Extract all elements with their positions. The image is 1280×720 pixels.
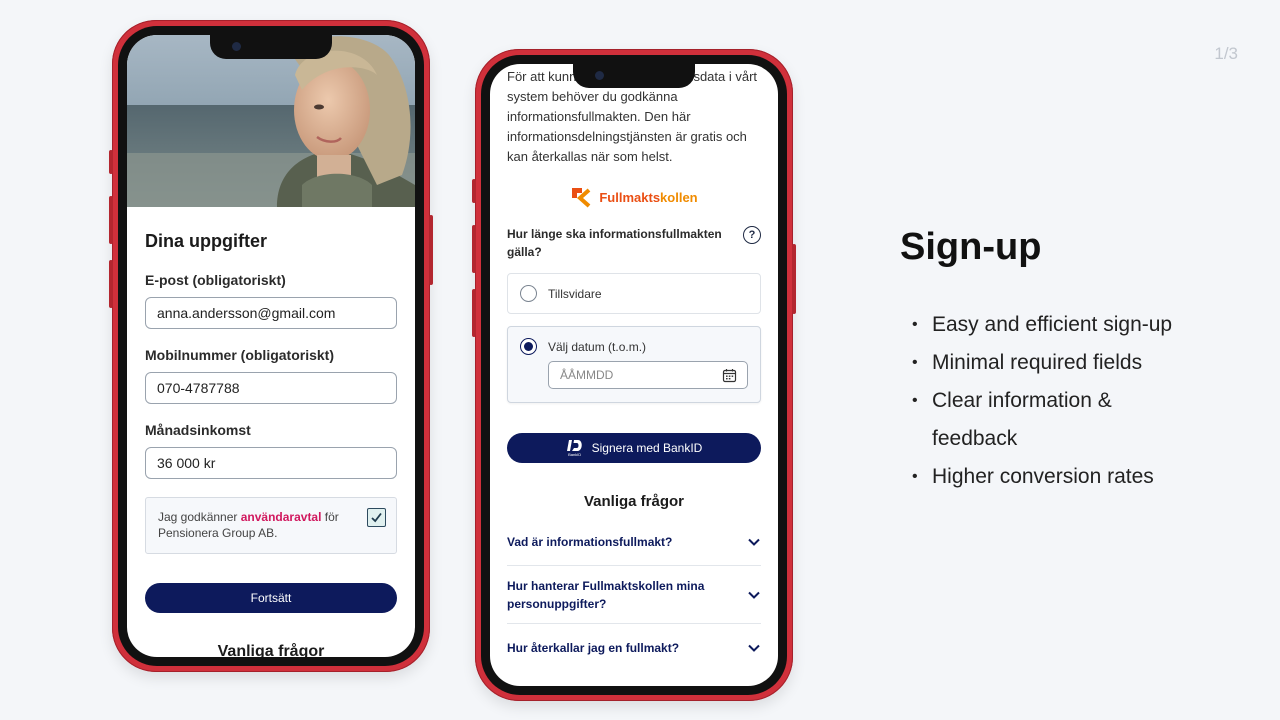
brand-part2: kollen [660, 189, 698, 205]
calendar-icon[interactable] [722, 368, 737, 383]
faq-heading: Vanliga frågor [583, 493, 685, 510]
chevron-down-icon [748, 644, 760, 652]
date-input[interactable]: ÅÅMMDD [548, 361, 748, 389]
phone-field[interactable]: 070-4787788 [145, 372, 397, 404]
faq-question: Hur återkallar jag en fullmakt? [507, 641, 680, 655]
duration-question: Hur länge ska informationsfullmakten gäl… [507, 227, 722, 259]
sign-bankid-button[interactable]: BankID Signera med BankID [507, 433, 761, 463]
bankid-icon: BankID [566, 439, 584, 457]
consent-text-prefix: Jag godkänner [158, 510, 241, 524]
bullet-item: Clear information & feedback [912, 382, 1192, 458]
faq-item[interactable]: Vad är informationsfullmakt? [507, 518, 761, 566]
bullet-item: Easy and efficient sign-up [912, 306, 1192, 344]
feature-bullet-list: Easy and efficient sign-up Minimal requi… [912, 306, 1192, 496]
option-indefinite[interactable]: Tillsvidare [507, 273, 761, 314]
faq-item[interactable]: Hur hanterar Fullmaktskollen mina person… [507, 566, 761, 624]
bankid-logo-text: BankID [568, 452, 582, 457]
fullmaktskollen-logo-icon [572, 188, 591, 208]
help-icon[interactable]: ? [743, 226, 761, 244]
option-select-date-label: Välj datum (t.o.m.) [548, 339, 647, 354]
terms-checkbox[interactable] [367, 508, 386, 527]
faq-item[interactable]: Hur återkallar jag en fullmakt? [507, 624, 761, 672]
phone-mockup-authorization: För att kunna hämta din pensionsdata i v… [472, 49, 796, 701]
phone-label: Mobilnummer (obligatoriskt) [145, 347, 334, 363]
chevron-down-icon [748, 591, 760, 599]
phone-mockup-signup-form: Dina uppgifter E-post (obligatoriskt) an… [109, 20, 433, 672]
sign-bankid-label: Signera med BankID [591, 441, 703, 455]
faq-heading: Vanliga frågor [217, 643, 325, 657]
slide-title: Sign-up [900, 226, 1042, 268]
radio-indefinite[interactable] [520, 285, 537, 302]
faq-question: Vad är informationsfullmakt? [507, 534, 673, 549]
chevron-down-icon [748, 538, 760, 546]
checkmark-icon [371, 512, 382, 523]
income-label: Månadsinkomst [145, 422, 251, 438]
option-select-date[interactable]: Välj datum (t.o.m.) ÅÅMMDD [507, 326, 761, 403]
terms-consent-box: Jag godkänner användaravtal för Pensione… [145, 497, 397, 554]
page-indicator: 1/3 [1214, 44, 1238, 63]
date-placeholder: ÅÅMMDD [560, 368, 614, 382]
faq-question: Hur hanterar Fullmaktskollen mina person… [507, 578, 705, 611]
bullet-item: Minimal required fields [912, 344, 1192, 382]
email-label: E-post (obligatoriskt) [145, 272, 286, 288]
income-field[interactable]: 36 000 kr [145, 447, 397, 479]
radio-select-date[interactable] [520, 338, 537, 355]
phone-notch [573, 64, 695, 88]
hero-photo [127, 35, 415, 207]
option-indefinite-label: Tillsvidare [548, 286, 602, 301]
brand-part1: Fullmakts [599, 189, 661, 205]
fullmaktskollen-logo: Fullmaktskollen [507, 184, 761, 210]
phone-notch [210, 35, 332, 59]
email-field[interactable]: anna.andersson@gmail.com [145, 297, 397, 329]
continue-button[interactable]: Fortsätt [145, 583, 397, 613]
form-title: Dina uppgifter [145, 231, 267, 251]
terms-link[interactable]: användaravtal [241, 510, 322, 524]
bullet-item: Higher conversion rates [912, 458, 1192, 496]
